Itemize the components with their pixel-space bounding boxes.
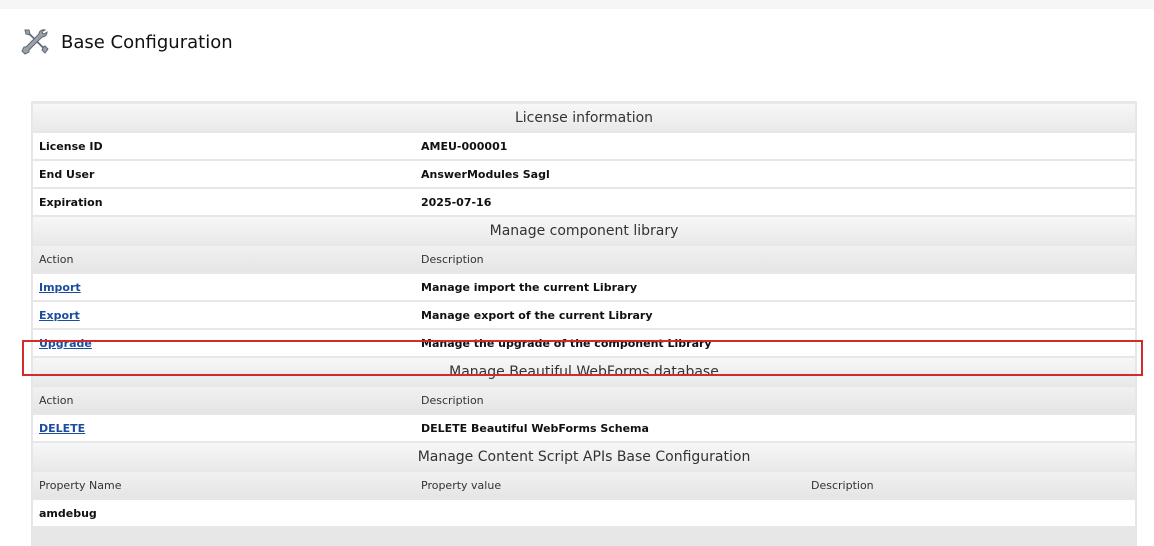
column-header-property-value: Property value: [421, 478, 502, 492]
tools-icon: [21, 29, 49, 55]
table-row: Export Manage export of the current Libr…: [33, 302, 1135, 328]
upgrade-description: Manage the upgrade of the component Libr…: [421, 336, 712, 350]
expiration-value: 2025-07-16: [421, 195, 492, 209]
column-header-row: Action Description: [33, 387, 1135, 413]
page-title: Base Configuration: [61, 31, 233, 53]
upgrade-link[interactable]: Upgrade: [39, 337, 92, 350]
table-row: Expiration 2025-07-16: [33, 189, 1135, 215]
column-header-property-name: Property Name: [39, 478, 122, 492]
table-row: License ID AMEU-000001: [33, 133, 1135, 159]
section-webforms-database: Manage Beautiful WebForms database: [33, 358, 1135, 385]
table-row: amdebug: [33, 500, 1135, 526]
table-row: End User AnswerModules Sagl: [33, 161, 1135, 187]
end-user-label: End User: [39, 167, 95, 181]
export-link[interactable]: Export: [39, 309, 80, 322]
end-user-value: AnswerModules Sagl: [421, 167, 550, 181]
section-component-library: Manage component library: [33, 217, 1135, 244]
config-panel: License information License ID AMEU-0000…: [31, 101, 1137, 546]
section-title: Manage Content Script APIs Base Configur…: [417, 448, 751, 465]
column-header-description: Description: [811, 478, 874, 492]
section-title: License information: [514, 109, 654, 126]
table-row: Upgrade Manage the upgrade of the compon…: [33, 330, 1135, 356]
section-title: Manage component library: [489, 222, 679, 239]
column-header-row: Property Name Property value Description: [33, 472, 1135, 498]
table-row: Import Manage import the current Library: [33, 274, 1135, 300]
expiration-label: Expiration: [39, 195, 103, 209]
column-header-description: Description: [421, 252, 484, 266]
property-name: amdebug: [39, 506, 97, 520]
top-band: [0, 0, 1154, 9]
page-header: Base Configuration: [19, 26, 233, 58]
export-description: Manage export of the current Library: [421, 308, 653, 322]
section-title: Manage Beautiful WebForms database: [449, 363, 719, 380]
column-header-action: Action: [39, 252, 74, 266]
delete-link[interactable]: DELETE: [39, 422, 85, 435]
license-id-label: License ID: [39, 139, 103, 153]
table-row: DELETE DELETE Beautiful WebForms Schema: [33, 415, 1135, 441]
license-id-value: AMEU-000001: [421, 139, 508, 153]
column-header-action: Action: [39, 393, 74, 407]
column-header-row: Action Description: [33, 246, 1135, 272]
import-description: Manage import the current Library: [421, 280, 638, 294]
import-link[interactable]: Import: [39, 281, 81, 294]
column-header-description: Description: [421, 393, 484, 407]
delete-description: DELETE Beautiful WebForms Schema: [421, 421, 649, 435]
section-content-script-config: Manage Content Script APIs Base Configur…: [33, 443, 1135, 470]
section-license: License information: [33, 104, 1135, 131]
